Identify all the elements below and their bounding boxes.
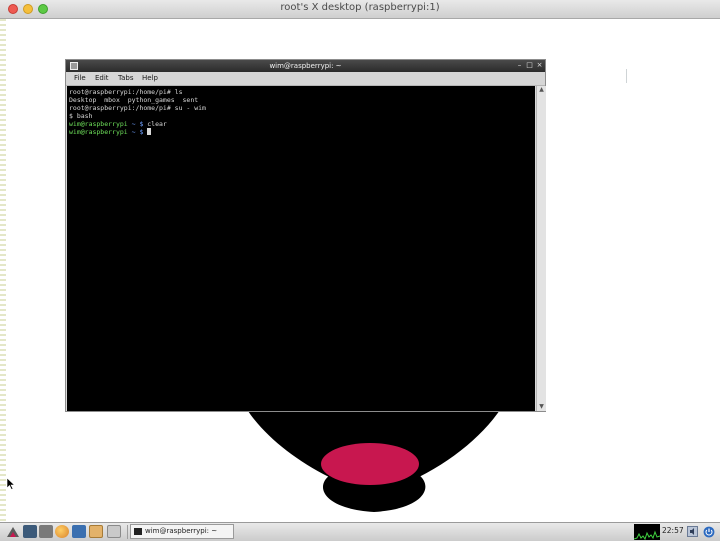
mouse-pointer-icon <box>7 478 15 490</box>
browser-icon[interactable] <box>55 525 69 538</box>
terminal-titlebar[interactable]: wim@raspberrypi: ~ – □ × <box>66 60 545 72</box>
terminal-output-line: $ bash <box>69 112 93 120</box>
terminal-line: root@raspberrypi:/home/pi# su - wim <box>69 104 206 112</box>
folder-icon[interactable] <box>89 525 103 538</box>
user-prompt: wim@raspberrypi <box>69 120 128 128</box>
terminal-title: wim@raspberrypi: ~ <box>269 62 342 70</box>
desktop-pager-icon[interactable] <box>107 525 121 538</box>
terminal-close-button[interactable]: × <box>535 61 544 70</box>
taskbar-task-terminal[interactable]: wim@raspberrypi: ~ <box>130 524 234 539</box>
divider <box>127 525 128 539</box>
terminal-maximize-button[interactable]: □ <box>525 61 534 70</box>
terminal-line: root@raspberrypi:/home/pi# ls <box>69 88 183 96</box>
desktop-icon[interactable] <box>23 525 37 538</box>
prompt-path: ~ $ <box>127 128 144 136</box>
raspberry-drupe <box>321 443 419 485</box>
menu-edit[interactable]: Edit <box>95 74 109 82</box>
desktop-window-title: root's X desktop (raspberrypi:1) <box>280 2 440 13</box>
file-manager-icon[interactable] <box>39 525 53 538</box>
terminal-window[interactable]: wim@raspberrypi: ~ – □ × File Edit Tabs … <box>65 59 546 412</box>
text-cursor <box>147 128 152 135</box>
terminal-icon <box>134 528 142 535</box>
terminal-menubar: File Edit Tabs Help <box>66 72 545 86</box>
terminal-line: wim@raspberrypi ~ $ clear <box>69 120 167 128</box>
command-text: su - wim <box>170 104 206 112</box>
taskbar-task-label: wim@raspberrypi: ~ <box>145 527 218 535</box>
raspberry-logo <box>240 397 508 512</box>
menu-tabs[interactable]: Tabs <box>118 74 134 82</box>
menu-start-icon[interactable] <box>6 525 20 538</box>
divider <box>626 69 627 83</box>
desktop-area[interactable]: wim@raspberrypi: ~ – □ × File Edit Tabs … <box>6 19 720 522</box>
menu-help[interactable]: Help <box>142 74 158 82</box>
terminal-line: wim@raspberrypi ~ $ <box>69 128 152 136</box>
terminal-screen[interactable]: root@raspberrypi:/home/pi# ls Desktop mb… <box>67 86 535 411</box>
prompt-path: ~ $ <box>127 120 144 128</box>
app-launcher-icon[interactable] <box>72 525 86 538</box>
terminal-output-line: Desktop mbox python_games sent <box>69 96 199 104</box>
root-prompt: root@raspberrypi:/home/pi# <box>69 88 171 96</box>
clock[interactable]: 22:57 <box>662 526 684 535</box>
volume-icon[interactable] <box>687 526 698 537</box>
command-text: ls <box>170 88 183 96</box>
terminal-scrollbar[interactable]: ▲ ▼ <box>536 86 546 411</box>
command-text: clear <box>143 120 167 128</box>
taskbar: wim@raspberrypi: ~ 22:57 <box>0 522 720 541</box>
scroll-down-arrow-icon[interactable]: ▼ <box>537 403 546 411</box>
terminal-minimize-button[interactable]: – <box>515 61 524 70</box>
menu-file[interactable]: File <box>74 74 86 82</box>
scroll-up-arrow-icon[interactable]: ▲ <box>537 86 546 94</box>
desktop-window-titlebar: root's X desktop (raspberrypi:1) <box>0 0 720 19</box>
user-prompt: wim@raspberrypi <box>69 128 128 136</box>
root-prompt: root@raspberrypi:/home/pi# <box>69 104 171 112</box>
cpu-monitor <box>634 524 660 540</box>
shutdown-icon[interactable] <box>703 526 715 538</box>
